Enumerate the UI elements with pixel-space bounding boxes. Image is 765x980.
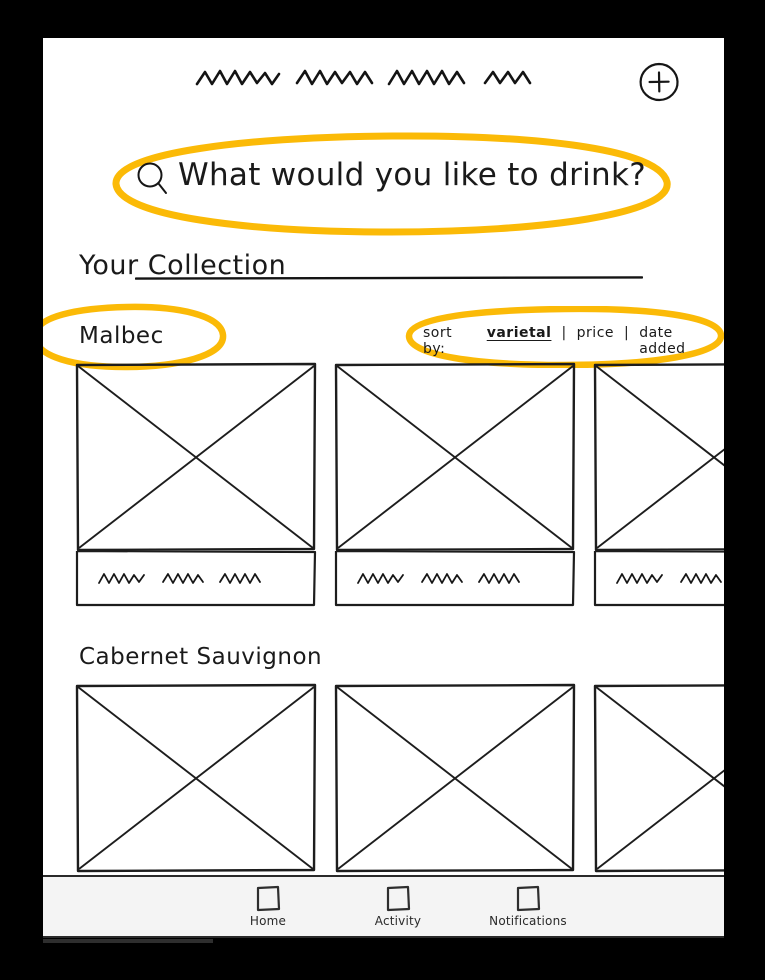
square-icon <box>386 885 411 912</box>
square-icon <box>516 885 541 912</box>
nav-label-notifications: Notifications <box>489 914 567 928</box>
home-indicator <box>43 939 213 943</box>
sort-label: sort by: <box>423 325 453 357</box>
search-input[interactable] <box>178 150 678 200</box>
nav-item-activity[interactable]: Activity <box>333 885 463 928</box>
phone-screen: + Your Collection Malbec sort by: variet… <box>43 38 724 938</box>
wine-card[interactable] <box>334 683 576 873</box>
wine-card[interactable] <box>593 683 724 873</box>
image-placeholder <box>75 362 317 552</box>
plus-circle-icon <box>639 62 679 102</box>
square-icon <box>256 885 281 912</box>
section-title-cabernet-sauvignon: Cabernet Sauvignon <box>79 644 323 670</box>
sort-control: sort by: varietal | price | date added <box>423 325 713 357</box>
nav-label-activity: Activity <box>374 914 422 928</box>
search-icon <box>137 162 167 194</box>
card-row-cabernet-sauvignon[interactable] <box>75 683 724 873</box>
search-bar <box>43 132 724 280</box>
app-header: + <box>43 38 724 102</box>
add-button[interactable]: + <box>637 60 681 104</box>
wine-card[interactable] <box>75 683 317 873</box>
wine-card[interactable] <box>334 362 576 607</box>
sort-option-date-added[interactable]: date added <box>637 325 713 357</box>
card-row-malbec[interactable] <box>75 362 724 607</box>
bottom-navigation-bar: Home Activity Notifications <box>43 875 724 938</box>
card-caption-placeholder <box>75 551 317 607</box>
image-placeholder <box>593 684 724 873</box>
app-title-placeholder <box>195 69 532 86</box>
wine-card[interactable] <box>75 362 317 607</box>
nav-item-home[interactable]: Home <box>203 885 333 928</box>
sort-option-varietal[interactable]: varietal <box>485 325 554 341</box>
wine-card[interactable] <box>593 362 724 607</box>
sort-option-price[interactable]: price <box>575 325 616 341</box>
image-placeholder <box>334 362 576 552</box>
card-caption-placeholder <box>334 551 576 607</box>
sort-divider: | <box>624 325 630 341</box>
nav-item-notifications[interactable]: Notifications <box>463 885 593 928</box>
image-placeholder <box>75 683 317 873</box>
page-title: Your Collection <box>79 250 287 281</box>
image-placeholder <box>593 363 724 552</box>
nav-label-home: Home <box>249 914 287 928</box>
section-title-malbec: Malbec <box>79 323 164 349</box>
sort-divider: | <box>561 325 567 341</box>
image-placeholder <box>334 683 576 873</box>
card-caption-placeholder <box>593 551 724 607</box>
